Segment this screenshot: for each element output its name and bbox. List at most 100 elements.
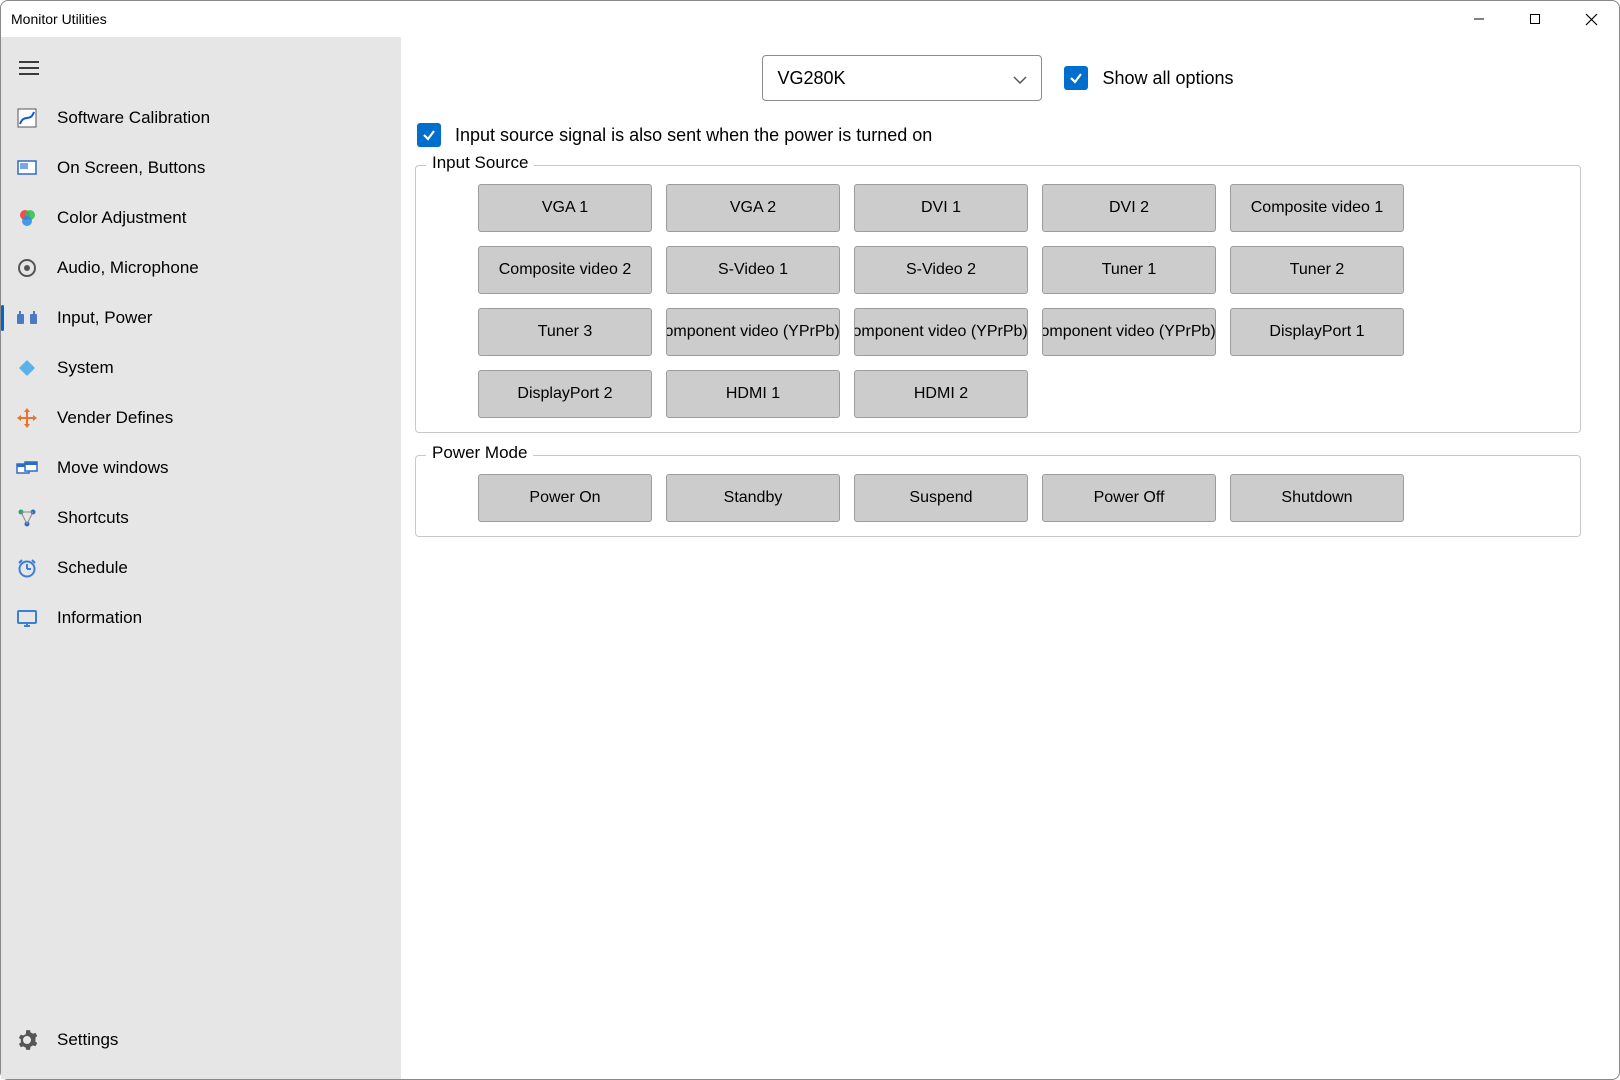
sidebar: Software Calibration On Screen, Buttons …: [1, 37, 401, 1079]
input-source-button[interactable]: Composite video 2: [478, 246, 652, 294]
send-signal-label: Input source signal is also sent when th…: [455, 125, 932, 146]
input-source-button[interactable]: DVI 2: [1042, 184, 1216, 232]
sidebar-item-label: Input, Power: [57, 308, 152, 328]
power-mode-group: Power Mode Power OnStandbySuspendPower O…: [415, 455, 1581, 537]
sidebar-item-shortcuts[interactable]: Shortcuts: [1, 493, 401, 543]
calibration-icon: [15, 106, 39, 130]
power-mode-button[interactable]: Standby: [666, 474, 840, 522]
sidebar-item-vender-defines[interactable]: Vender Defines: [1, 393, 401, 443]
input-source-button[interactable]: Component video (YPrPb) 2: [854, 308, 1028, 356]
sidebar-item-label: Move windows: [57, 458, 169, 478]
sidebar-item-input-power[interactable]: Input, Power: [1, 293, 401, 343]
button-label: S-Video 1: [718, 261, 788, 279]
sidebar-item-label: On Screen, Buttons: [57, 158, 205, 178]
window-controls: [1451, 1, 1619, 37]
move-windows-icon: [15, 456, 39, 480]
hamburger-icon: [19, 61, 39, 75]
schedule-icon: [15, 556, 39, 580]
button-label: Tuner 3: [538, 323, 593, 341]
button-label: DVI 1: [921, 199, 961, 217]
sidebar-item-settings[interactable]: Settings: [1, 1015, 401, 1065]
button-label: Composite video 2: [499, 261, 632, 279]
group-legend: Power Mode: [426, 443, 533, 463]
monitor-select-value: VG280K: [777, 68, 845, 89]
input-source-button[interactable]: DisplayPort 2: [478, 370, 652, 418]
monitor-select[interactable]: VG280K: [762, 55, 1042, 101]
show-all-checkbox[interactable]: [1064, 66, 1088, 90]
sidebar-item-label: Color Adjustment: [57, 208, 186, 228]
button-label: S-Video 2: [906, 261, 976, 279]
power-mode-button[interactable]: Shutdown: [1230, 474, 1404, 522]
power-mode-button[interactable]: Power On: [478, 474, 652, 522]
input-source-button[interactable]: Component video (YPrPb) 3: [1042, 308, 1216, 356]
input-source-button[interactable]: HDMI 2: [854, 370, 1028, 418]
input-source-button[interactable]: VGA 2: [666, 184, 840, 232]
sidebar-item-label: Audio, Microphone: [57, 258, 199, 278]
button-label: DisplayPort 2: [517, 385, 612, 403]
button-label: Power On: [529, 489, 600, 507]
send-signal-checkbox[interactable]: [417, 123, 441, 147]
content-area: VG280K Show all options Input source sig…: [401, 37, 1619, 1079]
button-label: Component video (YPrPb) 1: [666, 323, 840, 341]
sidebar-item-move-windows[interactable]: Move windows: [1, 443, 401, 493]
button-label: Suspend: [909, 489, 972, 507]
gear-icon: [15, 1028, 39, 1052]
shortcuts-icon: [15, 506, 39, 530]
vendor-icon: [15, 406, 39, 430]
check-icon: [421, 127, 437, 143]
titlebar: Monitor Utilities: [1, 1, 1619, 37]
button-label: Composite video 1: [1251, 199, 1384, 217]
power-mode-button[interactable]: Power Off: [1042, 474, 1216, 522]
close-button[interactable]: [1563, 1, 1619, 37]
sidebar-item-label: Vender Defines: [57, 408, 173, 428]
button-label: DVI 2: [1109, 199, 1149, 217]
button-label: HDMI 2: [914, 385, 968, 403]
sidebar-item-color-adjustment[interactable]: Color Adjustment: [1, 193, 401, 243]
input-source-button[interactable]: Tuner 3: [478, 308, 652, 356]
chevron-down-icon: [1013, 68, 1027, 89]
maximize-button[interactable]: [1507, 1, 1563, 37]
input-source-button[interactable]: DisplayPort 1: [1230, 308, 1404, 356]
check-icon: [1068, 70, 1084, 86]
button-label: Shutdown: [1281, 489, 1352, 507]
button-label: Component video (YPrPb) 2: [854, 323, 1028, 341]
input-source-button[interactable]: S-Video 1: [666, 246, 840, 294]
input-source-button[interactable]: S-Video 2: [854, 246, 1028, 294]
color-icon: [15, 206, 39, 230]
minimize-button[interactable]: [1451, 1, 1507, 37]
screen-icon: [15, 156, 39, 180]
sidebar-item-information[interactable]: Information: [1, 593, 401, 643]
input-source-group: Input Source VGA 1VGA 2DVI 1DVI 2Composi…: [415, 165, 1581, 433]
sidebar-item-label: Shortcuts: [57, 508, 129, 528]
button-label: DisplayPort 1: [1269, 323, 1364, 341]
show-all-label: Show all options: [1102, 68, 1233, 89]
sidebar-item-system[interactable]: System: [1, 343, 401, 393]
system-icon: [15, 356, 39, 380]
input-source-button[interactable]: HDMI 1: [666, 370, 840, 418]
sidebar-item-software-calibration[interactable]: Software Calibration: [1, 93, 401, 143]
button-label: Tuner 2: [1290, 261, 1345, 279]
input-source-button[interactable]: DVI 1: [854, 184, 1028, 232]
sidebar-item-label: Software Calibration: [57, 108, 210, 128]
input-source-button[interactable]: VGA 1: [478, 184, 652, 232]
hamburger-button[interactable]: [1, 51, 401, 93]
sidebar-item-audio-microphone[interactable]: Audio, Microphone: [1, 243, 401, 293]
input-source-button[interactable]: Component video (YPrPb) 1: [666, 308, 840, 356]
input-source-button[interactable]: Tuner 2: [1230, 246, 1404, 294]
button-label: VGA 2: [730, 199, 776, 217]
input-source-button[interactable]: Composite video 1: [1230, 184, 1404, 232]
input-source-button[interactable]: Tuner 1: [1042, 246, 1216, 294]
sidebar-item-label: Schedule: [57, 558, 128, 578]
information-icon: [15, 606, 39, 630]
button-label: Power Off: [1094, 489, 1165, 507]
power-mode-button[interactable]: Suspend: [854, 474, 1028, 522]
button-label: HDMI 1: [726, 385, 780, 403]
sidebar-item-schedule[interactable]: Schedule: [1, 543, 401, 593]
audio-icon: [15, 256, 39, 280]
button-label: Standby: [724, 489, 783, 507]
group-legend: Input Source: [426, 153, 534, 173]
button-label: Tuner 1: [1102, 261, 1157, 279]
sidebar-item-label: System: [57, 358, 114, 378]
sidebar-item-on-screen-buttons[interactable]: On Screen, Buttons: [1, 143, 401, 193]
button-label: Component video (YPrPb) 3: [1042, 323, 1216, 341]
